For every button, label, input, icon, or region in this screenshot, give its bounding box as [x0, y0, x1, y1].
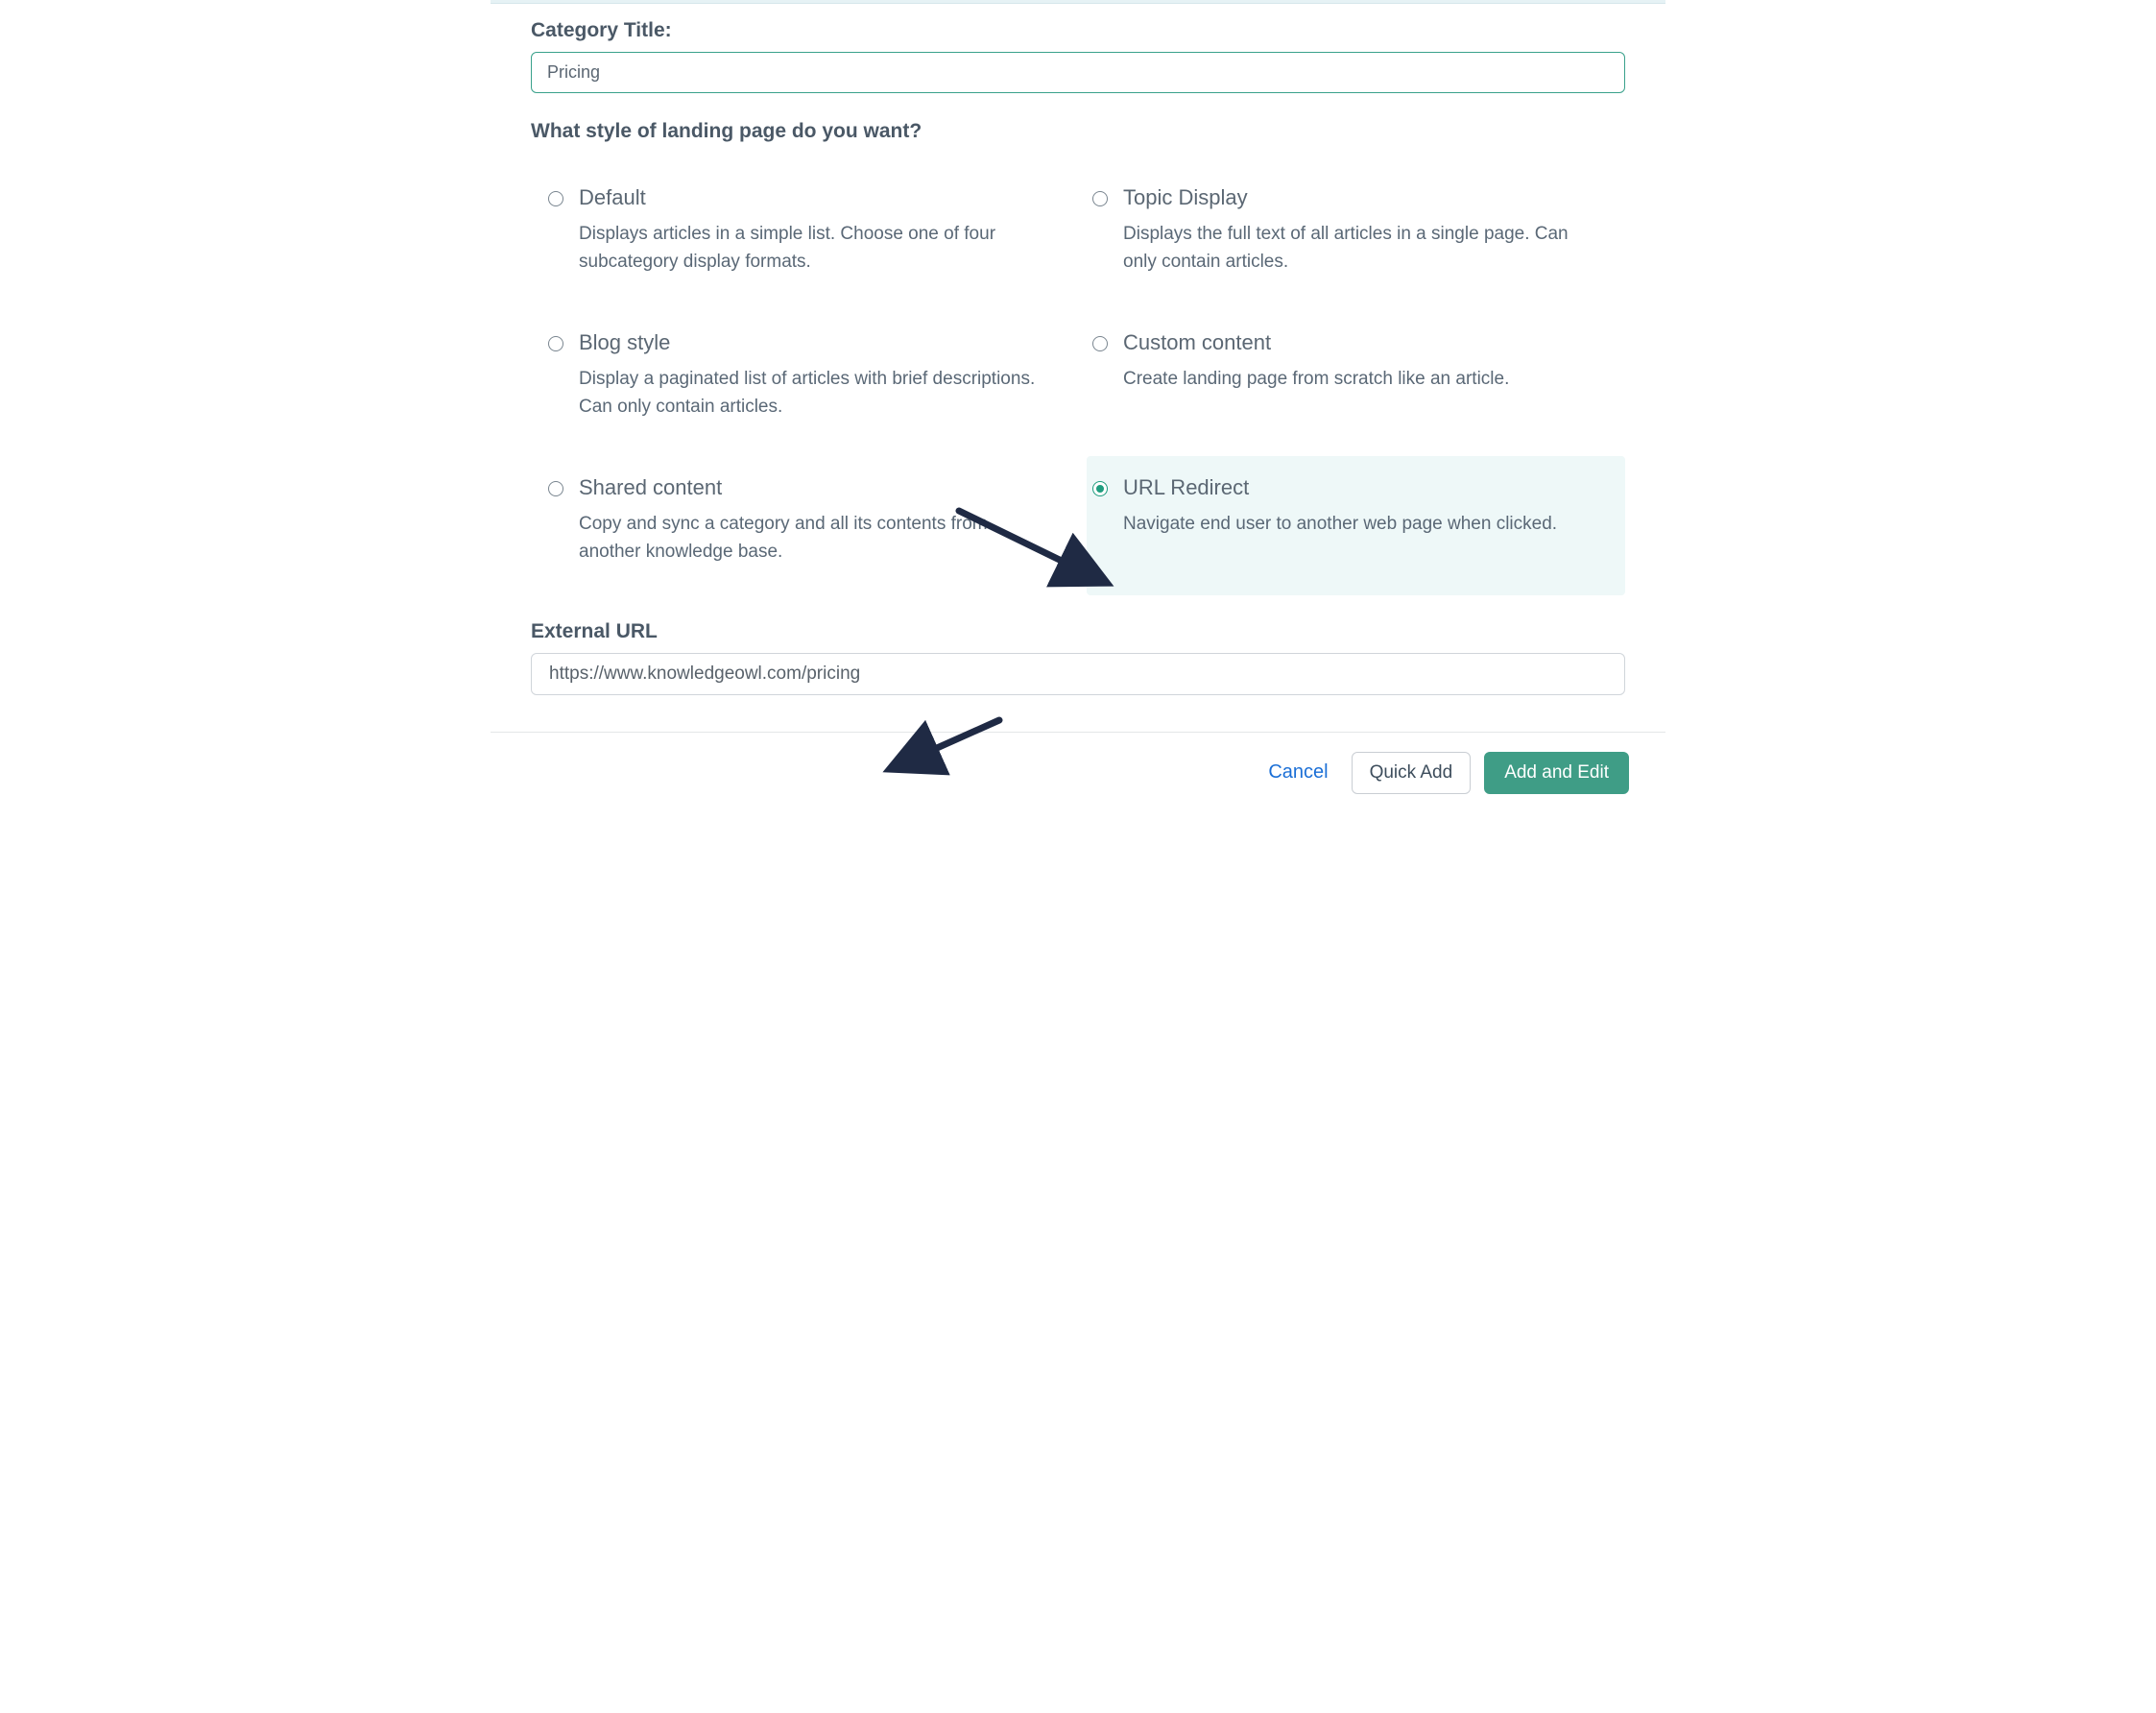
option-desc: Navigate end user to another web page wh… — [1123, 510, 1589, 538]
radio-topic-display[interactable] — [1092, 191, 1108, 206]
option-desc: Copy and sync a category and all its con… — [579, 510, 1044, 567]
option-desc: Display a paginated list of articles wit… — [579, 365, 1044, 422]
quick-add-button[interactable]: Quick Add — [1352, 752, 1472, 794]
radio-url-redirect[interactable] — [1092, 481, 1108, 496]
external-url-label: External URL — [531, 620, 1625, 643]
cancel-button[interactable]: Cancel — [1258, 754, 1337, 791]
option-title: Shared content — [579, 475, 1044, 500]
option-title: Blog style — [579, 330, 1044, 355]
landing-style-options: Default Displays articles in a simple li… — [531, 166, 1625, 595]
option-title: Topic Display — [1123, 185, 1589, 210]
option-title: Default — [579, 185, 1044, 210]
radio-shared-content[interactable] — [548, 481, 563, 496]
option-blog-style[interactable]: Blog style Display a paginated list of a… — [542, 311, 1081, 450]
external-url-input[interactable] — [531, 653, 1625, 695]
radio-blog-style[interactable] — [548, 336, 563, 351]
radio-default[interactable] — [548, 191, 563, 206]
footer-actions: Cancel Quick Add Add and Edit — [491, 733, 1665, 815]
option-url-redirect[interactable]: URL Redirect Navigate end user to anothe… — [1087, 456, 1625, 595]
radio-custom-content[interactable] — [1092, 336, 1108, 351]
option-desc: Displays the full text of all articles i… — [1123, 220, 1589, 277]
option-shared-content[interactable]: Shared content Copy and sync a category … — [542, 456, 1081, 595]
option-desc: Displays articles in a simple list. Choo… — [579, 220, 1044, 277]
landing-style-question: What style of landing page do you want? — [531, 120, 1625, 143]
category-title-label: Category Title: — [531, 19, 1625, 42]
category-title-input[interactable] — [531, 52, 1625, 93]
option-title: URL Redirect — [1123, 475, 1589, 500]
option-default[interactable]: Default Displays articles in a simple li… — [542, 166, 1081, 305]
add-and-edit-button[interactable]: Add and Edit — [1484, 752, 1629, 794]
option-title: Custom content — [1123, 330, 1589, 355]
option-custom-content[interactable]: Custom content Create landing page from … — [1087, 311, 1625, 450]
option-desc: Create landing page from scratch like an… — [1123, 365, 1589, 393]
option-topic-display[interactable]: Topic Display Displays the full text of … — [1087, 166, 1625, 305]
